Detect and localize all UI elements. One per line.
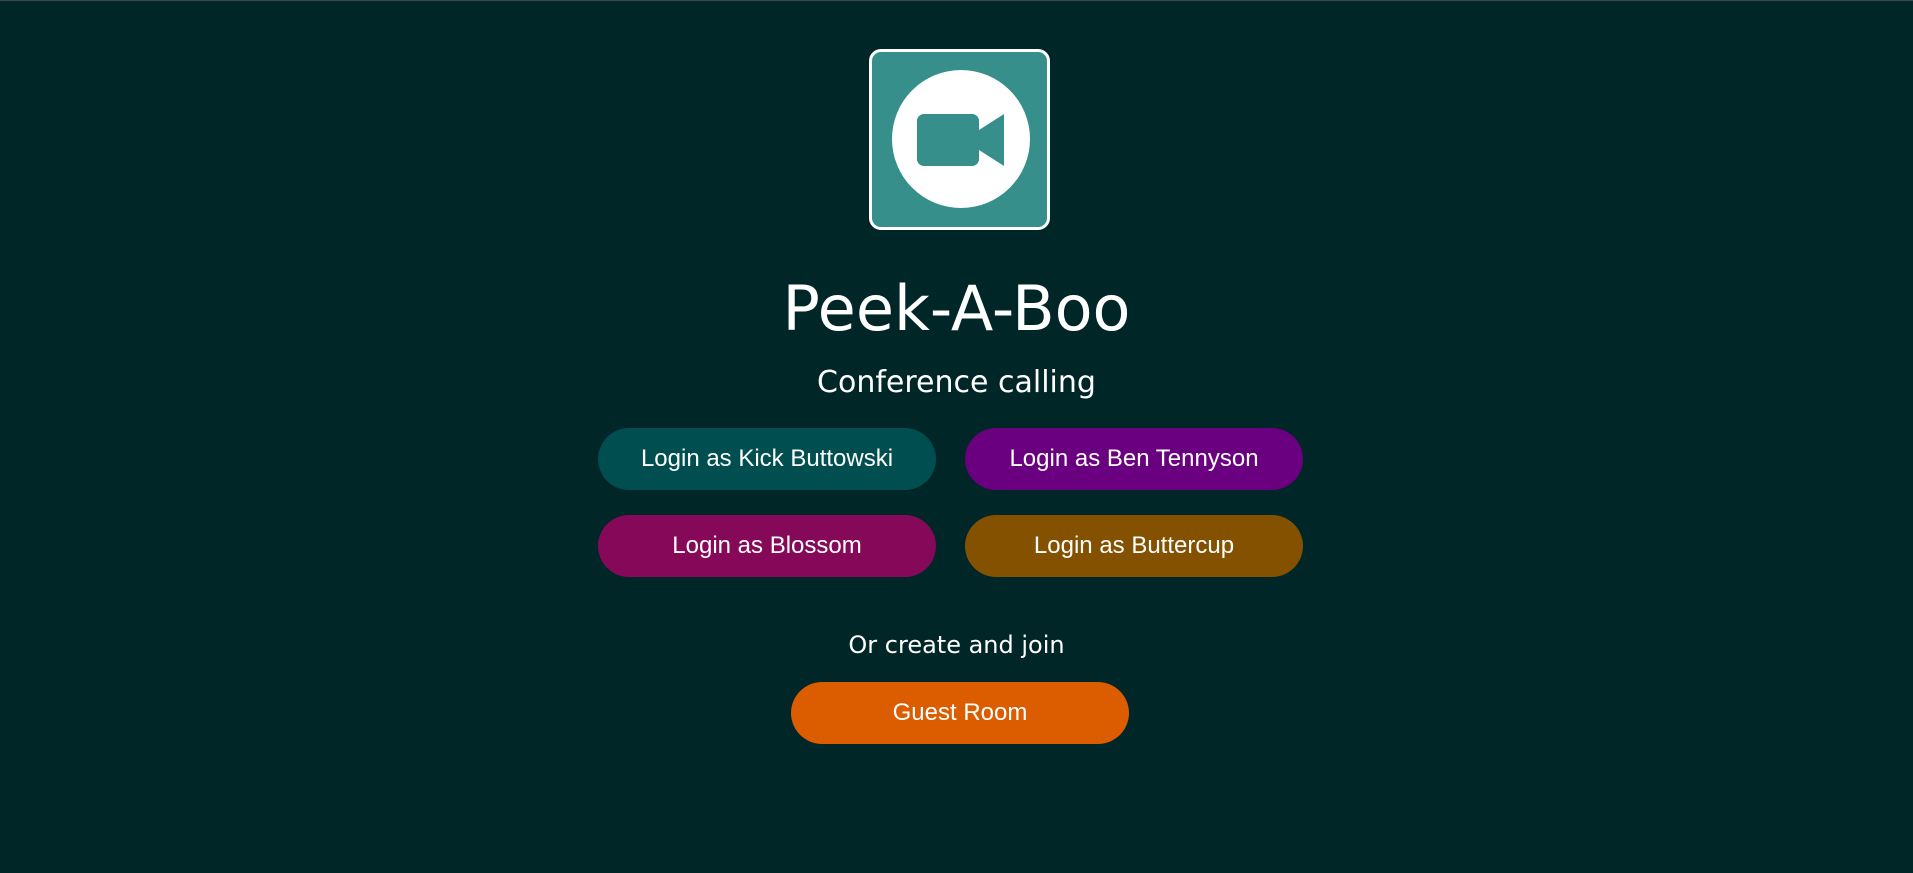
guest-room-button[interactable]: Guest Room <box>791 682 1129 744</box>
video-camera-icon <box>917 114 1004 166</box>
login-ben-tennyson-button[interactable]: Login as Ben Tennyson <box>965 428 1303 490</box>
login-blossom-button[interactable]: Login as Blossom <box>598 515 936 577</box>
create-join-prompt: Or create and join <box>848 631 1065 659</box>
login-buttercup-button[interactable]: Login as Buttercup <box>965 515 1303 577</box>
logo-circle <box>892 70 1030 208</box>
app-title: Peek-A-Boo <box>782 272 1131 345</box>
app-logo <box>869 49 1050 230</box>
login-page: Peek-A-Boo Conference calling Login as K… <box>0 1 1913 873</box>
app-subtitle: Conference calling <box>817 365 1096 400</box>
login-kick-buttowski-button[interactable]: Login as Kick Buttowski <box>598 428 936 490</box>
